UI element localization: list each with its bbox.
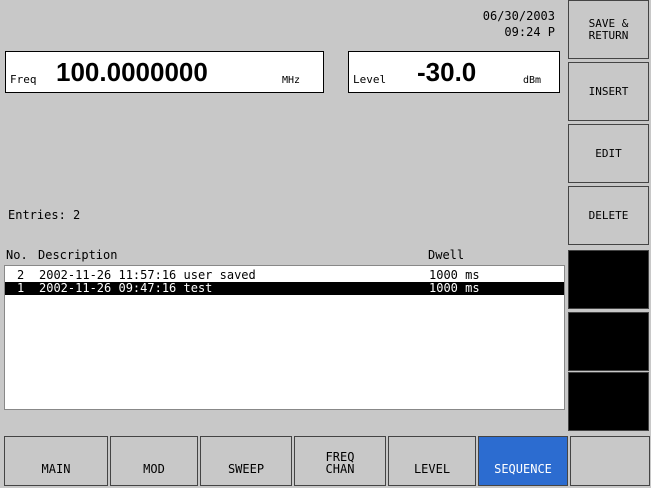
softkey-empty-6[interactable]: [568, 312, 649, 371]
menu-tab-bar: MAIN MOD SWEEP FREQ CHAN LEVEL SEQUENCE: [0, 436, 651, 488]
insert-button[interactable]: INSERT: [568, 62, 649, 121]
tab-empty[interactable]: [570, 436, 650, 486]
softkey-empty-5[interactable]: [568, 250, 649, 309]
tab-mod[interactable]: MOD: [110, 436, 198, 486]
column-header-dwell: Dwell: [428, 248, 465, 262]
softkey-empty-7[interactable]: [568, 372, 649, 431]
tab-sequence[interactable]: SEQUENCE: [478, 436, 568, 486]
level-value: -30.0: [417, 57, 477, 87]
datetime: 06/30/2003 09:24 P: [483, 8, 555, 40]
entry-no: 1: [17, 281, 25, 295]
entry-description: 2002-11-26 09:47:16 test: [39, 281, 213, 295]
softkey-panel: SAVE & RETURN INSERT EDIT DELETE: [568, 0, 651, 433]
edit-button[interactable]: EDIT: [568, 124, 649, 183]
freq-value: 100.0000000: [56, 57, 208, 87]
save-return-button[interactable]: SAVE & RETURN: [568, 0, 649, 59]
tab-freq-chan[interactable]: FREQ CHAN: [294, 436, 386, 486]
delete-button[interactable]: DELETE: [568, 186, 649, 245]
freq-unit: MHz: [282, 75, 301, 86]
level-label: Level: [353, 73, 387, 86]
date-label: 06/30/2003: [482, 9, 555, 23]
sequence-list[interactable]: 2 2002-11-26 11:57:16 user saved 1000 ms…: [4, 265, 565, 410]
tab-main[interactable]: MAIN: [4, 436, 108, 486]
time-label: 09:24 P: [504, 25, 555, 39]
level-display[interactable]: Level -30.0 dBm: [348, 51, 560, 93]
tab-sweep[interactable]: SWEEP: [200, 436, 292, 486]
level-unit: dBm: [523, 75, 542, 86]
column-header-no: No.: [6, 248, 28, 262]
frequency-display[interactable]: Freq 100.0000000 MHz: [5, 51, 324, 93]
main-display: 06/30/2003 09:24 P Freq 100.0000000 MHz …: [0, 0, 567, 433]
entry-dwell: 1000 ms: [429, 281, 480, 295]
entries-count: Entries: 2: [8, 208, 81, 222]
list-item-selected[interactable]: 1 2002-11-26 09:47:16 test 1000 ms: [5, 282, 564, 295]
tab-level[interactable]: LEVEL: [388, 436, 476, 486]
freq-label: Freq: [10, 73, 37, 86]
column-header-description: Description: [38, 248, 118, 262]
